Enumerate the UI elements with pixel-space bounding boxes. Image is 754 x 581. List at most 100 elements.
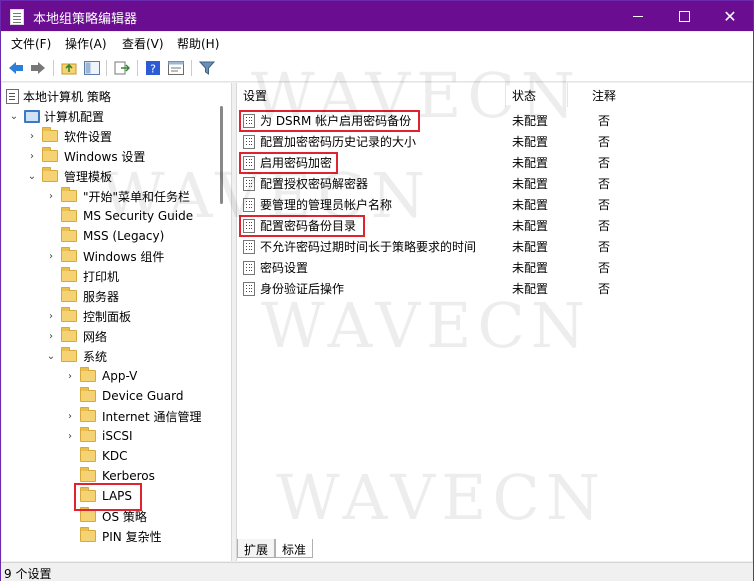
tree-item-iscsi[interactable]: › iSCSI — [64, 426, 133, 446]
tree-item-label: Windows 组件 — [83, 249, 165, 264]
tree-item-internet-comm[interactable]: › Internet 通信管理 — [64, 406, 201, 426]
setting-note: 否 — [598, 219, 611, 233]
chevron-right-icon[interactable]: › — [45, 310, 57, 322]
folder-icon — [61, 307, 77, 322]
table-row[interactable]: 身份验证后操作 未配置 否 — [237, 278, 752, 299]
chevron-down-icon[interactable]: ⌄ — [45, 350, 57, 362]
table-row[interactable]: 不允许密码过期时间长于策略要求的时间 未配置 否 — [237, 236, 752, 257]
properties-icon[interactable] — [167, 59, 185, 77]
chevron-down-icon[interactable]: ⌄ — [8, 110, 20, 122]
tree-item-os-policy[interactable]: OS 策略 — [64, 506, 147, 526]
chevron-right-icon[interactable]: › — [26, 150, 38, 162]
setting-name: 身份验证后操作 — [260, 282, 345, 296]
tree-item-label: 管理模板 — [64, 169, 113, 184]
folder-icon — [80, 447, 96, 462]
tree-item-pin-complexity[interactable]: PIN 复杂性 — [64, 526, 162, 546]
table-row[interactable]: 配置授权密码解密器 未配置 否 — [237, 173, 752, 194]
setting-name: 配置加密密码历史记录的大小 — [260, 135, 417, 149]
policy-setting-icon — [243, 134, 255, 149]
tree-item-mss-legacy[interactable]: MSS (Legacy) — [45, 226, 164, 246]
tree-item-windows-settings[interactable]: › Windows 设置 — [26, 146, 145, 166]
forward-arrow-icon[interactable] — [29, 59, 47, 77]
menu-action[interactable]: 操作(A) — [65, 35, 107, 52]
tree-item-windows-components[interactable]: › Windows 组件 — [45, 246, 164, 266]
tree-item-control-panel[interactable]: › 控制面板 — [45, 306, 131, 326]
setting-note: 否 — [598, 177, 611, 191]
chevron-right-icon[interactable]: › — [45, 330, 57, 342]
chevron-right-icon[interactable]: › — [64, 370, 76, 382]
tree-item-label: MS Security Guide — [83, 209, 194, 223]
export-icon[interactable] — [113, 59, 131, 77]
show-tree-icon[interactable] — [83, 59, 101, 77]
back-arrow-icon[interactable] — [7, 59, 25, 77]
folder-icon — [80, 387, 96, 402]
tree-item-computer-config[interactable]: ⌄ 计算机配置 — [8, 106, 104, 126]
chevron-right-icon[interactable]: › — [64, 410, 76, 422]
chevron-right-icon[interactable]: › — [26, 130, 38, 142]
menu-view[interactable]: 查看(V) — [122, 35, 164, 52]
folder-icon — [61, 267, 77, 282]
policy-setting-icon — [243, 239, 255, 254]
column-header-setting[interactable]: 设置 — [237, 83, 506, 107]
group-policy-editor-window: 本地组策略编辑器 ✕ 文件(F) 操作(A) 查看(V) 帮助(H) ? 本地计… — [0, 0, 754, 581]
tree-item-laps[interactable]: LAPS — [64, 486, 132, 506]
table-row[interactable]: 配置加密密码历史记录的大小 未配置 否 — [237, 131, 752, 152]
table-row[interactable]: 启用密码加密 未配置 否 — [237, 152, 752, 173]
setting-note: 否 — [598, 114, 611, 128]
table-row[interactable]: 密码设置 未配置 否 — [237, 257, 752, 278]
setting-state: 未配置 — [512, 198, 549, 212]
minimize-button[interactable] — [615, 1, 661, 31]
menu-file[interactable]: 文件(F) — [11, 35, 51, 52]
chevron-right-icon[interactable]: › — [64, 430, 76, 442]
tree-item-kerberos[interactable]: Kerberos — [64, 466, 155, 486]
tree-item-ms-security-guide[interactable]: MS Security Guide — [45, 206, 193, 226]
folder-icon — [80, 367, 96, 382]
setting-note: 否 — [598, 282, 611, 296]
menu-help[interactable]: 帮助(H) — [177, 35, 219, 52]
tree-item-server[interactable]: 服务器 — [45, 286, 119, 306]
table-row[interactable]: 配置密码备份目录 未配置 否 — [237, 215, 752, 236]
tree-item-admin-templates[interactable]: ⌄ 管理模板 — [26, 166, 112, 186]
tree-item-app-v[interactable]: › App-V — [64, 366, 137, 386]
tree-item-network[interactable]: › 网络 — [45, 326, 107, 346]
tree-item-label: 控制面板 — [83, 309, 132, 324]
tree-item-start-menu[interactable]: › "开始"菜单和任务栏 — [45, 186, 190, 206]
folder-icon — [61, 207, 77, 222]
tree-item-system[interactable]: ⌄ 系统 — [45, 346, 107, 366]
tree-item-label: 服务器 — [83, 289, 120, 304]
folder-icon — [80, 427, 96, 442]
column-header-note[interactable]: 注释 — [568, 83, 752, 107]
policy-setting-icon — [243, 113, 255, 128]
table-row[interactable]: 要管理的管理员帐户名称 未配置 否 — [237, 194, 752, 215]
tree-item-device-guard[interactable]: Device Guard — [64, 386, 183, 406]
chevron-right-icon[interactable]: › — [45, 190, 57, 202]
chevron-down-icon[interactable]: ⌄ — [26, 170, 38, 182]
table-row[interactable]: 为 DSRM 帐户启用密码备份 未配置 否 — [237, 110, 752, 131]
chevron-right-icon[interactable]: › — [45, 250, 57, 262]
toolbar-separator — [53, 60, 54, 76]
tab-standard[interactable]: 标准 — [275, 539, 314, 558]
up-folder-icon[interactable] — [60, 59, 78, 77]
close-button[interactable]: ✕ — [707, 1, 753, 31]
setting-state: 未配置 — [512, 240, 549, 254]
column-header-state[interactable]: 状态 — [506, 83, 568, 107]
help-icon[interactable]: ? — [144, 59, 162, 77]
filter-icon[interactable] — [198, 59, 216, 77]
setting-name: 密码设置 — [260, 261, 309, 275]
tab-extended[interactable]: 扩展 — [237, 539, 276, 558]
settings-list-pane: 设置 状态 注释 为 DSRM 帐户启用密码备份 未配置 否 配置加密密码历史记… — [236, 83, 752, 561]
tree-item-label: 打印机 — [83, 269, 120, 284]
tree-root[interactable]: 本地计算机 策略 — [6, 86, 111, 106]
tree-item-software-settings[interactable]: › 软件设置 — [26, 126, 112, 146]
tree-item-printers[interactable]: 打印机 — [45, 266, 119, 286]
tree-pane[interactable]: 本地计算机 策略 ⌄ 计算机配置 › 软件设置 › Windows 设置 ⌄ 管… — [2, 83, 232, 561]
maximize-button[interactable] — [661, 1, 707, 31]
tree-root-label: 本地计算机 策略 — [23, 89, 111, 104]
title-bar[interactable]: 本地组策略编辑器 ✕ — [1, 1, 753, 31]
toolbar-separator — [191, 60, 192, 76]
tree-item-kdc[interactable]: KDC — [64, 446, 128, 466]
toolbar-separator — [137, 60, 138, 76]
policy-setting-icon — [243, 281, 255, 296]
tree-scrollbar[interactable] — [220, 106, 223, 204]
folder-icon — [61, 327, 77, 342]
